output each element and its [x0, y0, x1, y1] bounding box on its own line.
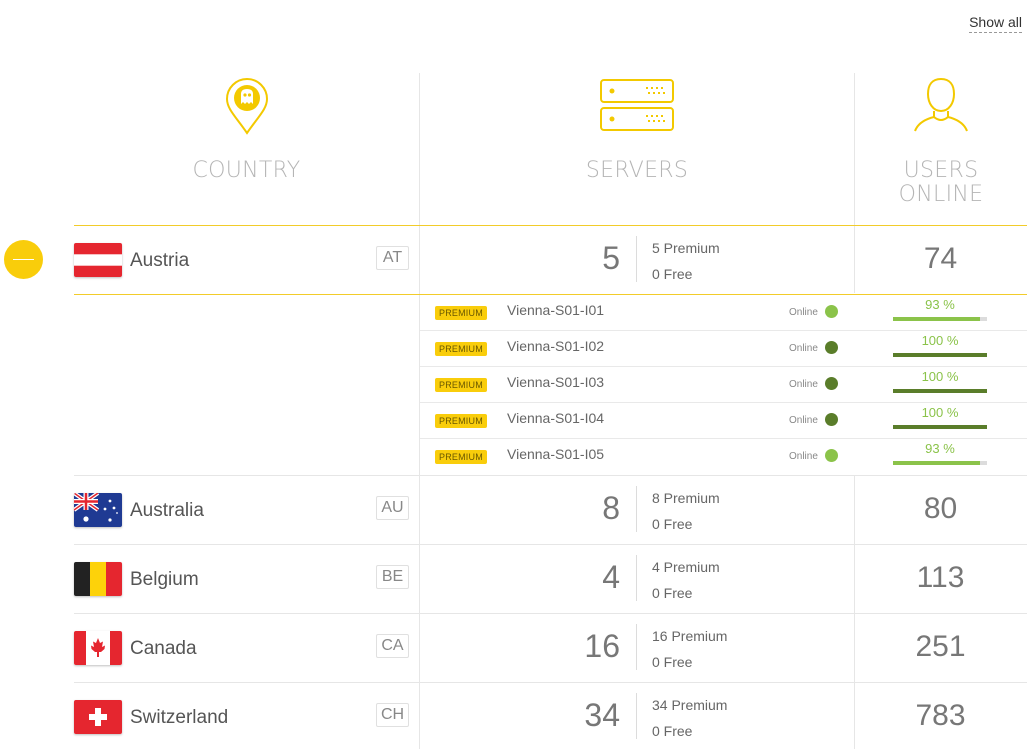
server-status: Online: [789, 379, 818, 390]
free-count: 0 Free: [652, 723, 693, 739]
server-load-fill: [893, 425, 987, 429]
free-count: 0 Free: [652, 516, 693, 532]
server-status: Online: [789, 343, 818, 354]
server-name: Vienna-S01-I02: [507, 338, 605, 354]
free-count: 0 Free: [652, 654, 693, 670]
server-load-fill: [893, 317, 981, 321]
minus-icon: [13, 259, 34, 260]
server-count: 4: [602, 559, 620, 595]
server-load-label: 93 %: [925, 441, 955, 456]
show-all-link[interactable]: Show all: [969, 14, 1022, 33]
server-rack-icon: [600, 79, 674, 131]
header-users: USERS ONLINE: [855, 73, 1027, 225]
users-online-count: 113: [916, 561, 965, 594]
server-count: 16: [584, 628, 620, 664]
austria-flag: [74, 243, 122, 277]
header-servers: SERVERS: [420, 73, 854, 225]
server-count-divider: [636, 693, 637, 739]
status-dot-icon: [825, 377, 838, 390]
premium-count: 5 Premium: [652, 240, 720, 256]
australia-flag: [74, 493, 122, 527]
users-online-count: 251: [915, 630, 966, 663]
premium-badge: PREMIUM: [435, 450, 487, 464]
belgium-flag: [74, 562, 122, 596]
premium-count: 34 Premium: [652, 697, 728, 713]
server-row[interactable]: PREMIUM Vienna-S01-I05 Online 93 %: [420, 439, 1027, 475]
switzerland-flag: [74, 700, 122, 734]
server-load-bar: [893, 317, 987, 321]
header-country: COUNTRY: [74, 73, 419, 225]
country-row-switzerland[interactable]: Switzerland CH 34 34 Premium 0 Free 783: [74, 683, 1027, 749]
country-row-belgium[interactable]: Belgium BE 4 4 Premium 0 Free 113: [74, 545, 1027, 613]
server-load-bar: [893, 425, 987, 429]
server-load-label: 100 %: [921, 369, 959, 384]
server-count-divider: [636, 624, 637, 670]
country-name: Canada: [130, 638, 197, 659]
country-row-austria[interactable]: Austria AT 5 5 Premium 0 Free 74: [74, 226, 1027, 294]
server-count: 34: [584, 697, 620, 733]
country-name: Switzerland: [130, 707, 229, 728]
server-name: Vienna-S01-I05: [507, 446, 605, 462]
table-header: COUNTRY SERVERS USERS ONLINE: [74, 73, 1027, 225]
server-status: Online: [789, 451, 818, 462]
premium-badge: PREMIUM: [435, 342, 487, 356]
server-load-fill: [893, 389, 987, 393]
collapse-toggle-button[interactable]: [4, 240, 43, 279]
country-code-badge: BE: [376, 565, 409, 589]
free-count: 0 Free: [652, 266, 693, 282]
server-count-divider: [636, 236, 637, 282]
country-code-badge: CH: [376, 703, 409, 727]
user-silhouette-icon: [914, 77, 968, 132]
server-name: Vienna-S01-I01: [507, 302, 605, 318]
status-dot-icon: [825, 413, 838, 426]
server-count-divider: [636, 486, 637, 532]
header-users-label-line2: ONLINE: [898, 182, 984, 207]
server-count-divider: [636, 555, 637, 601]
premium-badge: PREMIUM: [435, 306, 487, 320]
country-row-australia[interactable]: Australia AU 8 8 Premium 0 Free 80: [74, 476, 1027, 544]
server-row[interactable]: PREMIUM Vienna-S01-I02 Online 100 %: [420, 331, 1027, 367]
canada-flag: [74, 631, 122, 665]
server-load-label: 100 %: [921, 405, 959, 420]
server-row[interactable]: PREMIUM Vienna-S01-I01 Online 93 %: [420, 295, 1027, 331]
location-pin-icon: [225, 78, 268, 135]
header-servers-label: SERVERS: [585, 158, 689, 183]
users-online-count: 783: [915, 699, 966, 732]
header-country-label: COUNTRY: [192, 158, 301, 183]
server-name: Vienna-S01-I04: [507, 410, 605, 426]
server-load-fill: [893, 353, 987, 357]
server-load-bar: [893, 353, 987, 357]
users-online-count: 80: [923, 492, 958, 525]
server-load-label: 93 %: [925, 297, 955, 312]
server-count: 8: [602, 490, 620, 526]
country-name: Belgium: [130, 569, 199, 590]
server-load-bar: [893, 461, 987, 465]
status-dot-icon: [825, 305, 838, 318]
premium-count: 4 Premium: [652, 559, 720, 575]
premium-count: 16 Premium: [652, 628, 728, 644]
server-name: Vienna-S01-I03: [507, 374, 605, 390]
country-code-badge: AU: [376, 496, 409, 520]
header-users-label-line1: USERS: [903, 158, 979, 183]
server-load-bar: [893, 389, 987, 393]
server-row[interactable]: PREMIUM Vienna-S01-I03 Online 100 %: [420, 367, 1027, 403]
server-row[interactable]: PREMIUM Vienna-S01-I04 Online 100 %: [420, 403, 1027, 439]
server-load-label: 100 %: [921, 333, 959, 348]
premium-badge: PREMIUM: [435, 414, 487, 428]
server-status: Online: [789, 415, 818, 426]
status-dot-icon: [825, 449, 838, 462]
status-dot-icon: [825, 341, 838, 354]
server-load-fill: [893, 461, 981, 465]
free-count: 0 Free: [652, 585, 693, 601]
country-row-canada[interactable]: Canada CA 16 16 Premium 0 Free 251: [74, 614, 1027, 682]
premium-count: 8 Premium: [652, 490, 720, 506]
users-online-count: 74: [923, 242, 958, 275]
server-count: 5: [602, 240, 620, 276]
country-name: Austria: [130, 250, 190, 271]
country-name: Australia: [130, 500, 204, 521]
server-status: Online: [789, 307, 818, 318]
premium-badge: PREMIUM: [435, 378, 487, 392]
country-code-badge: AT: [376, 246, 409, 270]
country-code-badge: CA: [376, 634, 409, 658]
